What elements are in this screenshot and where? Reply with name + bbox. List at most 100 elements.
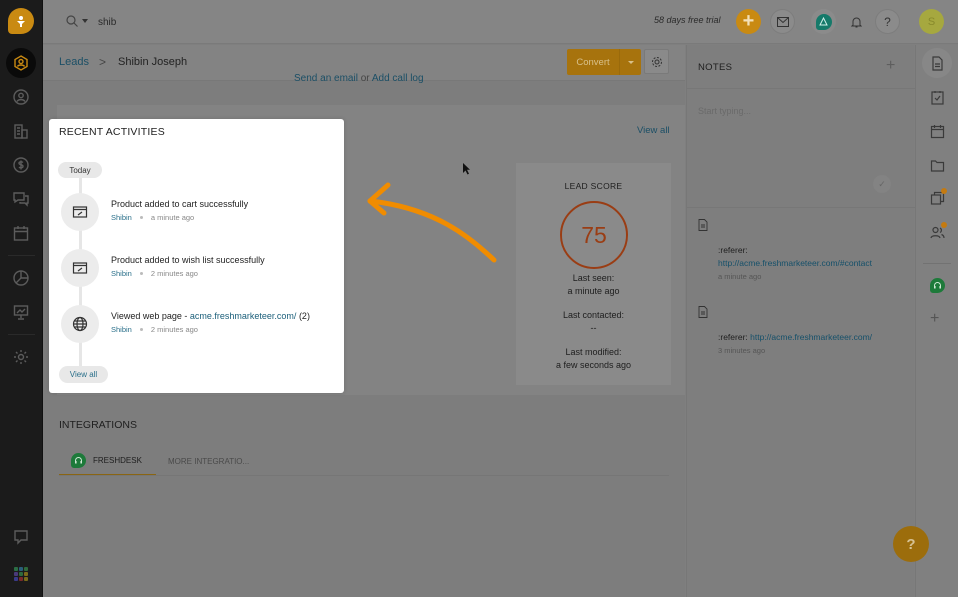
quick-add-button[interactable]: + <box>736 9 761 34</box>
nav-leads-icon[interactable] <box>6 48 36 78</box>
separator-dot <box>139 216 143 219</box>
lead-score-value: 75 <box>560 201 628 269</box>
freshsales-logo[interactable] <box>8 8 34 34</box>
add-call-log-link[interactable]: Add call log <box>372 73 424 84</box>
nav-settings-icon[interactable] <box>11 347 31 367</box>
activity-text: Viewed web page - acme.freshmarketeer.co… <box>111 311 310 321</box>
note-link[interactable]: http://acme.freshmarketeer.com/ <box>750 332 872 342</box>
rail-freshdesk-icon[interactable] <box>930 278 945 293</box>
convert-button-group: Convert <box>567 49 641 75</box>
tab-freshdesk[interactable]: FRESHDESK <box>59 447 156 476</box>
breadcrumb-leads-link[interactable]: Leads <box>59 56 89 68</box>
nav-chat-icon[interactable] <box>11 527 31 547</box>
lead-settings-button[interactable] <box>644 49 669 74</box>
save-note-check-icon[interactable]: ✓ <box>873 175 891 193</box>
date-group-label: Today <box>58 162 102 178</box>
freshdesk-icon <box>71 453 86 468</box>
search-scope-dropdown-icon[interactable] <box>82 19 88 23</box>
avatar-initial: S <box>927 15 936 28</box>
trial-status: 58 days free trial <box>654 15 721 25</box>
activity-text: Product added to cart successfully <box>111 199 248 209</box>
separator-dot <box>139 272 143 275</box>
recent-activities-title: RECENT ACTIVITIES <box>59 126 165 138</box>
note-text: :referer: http://acme.freshmarketeer.com… <box>718 332 872 342</box>
nav-conversations-icon[interactable] <box>11 189 31 209</box>
help-fab-button[interactable]: ? <box>893 526 929 562</box>
recent-activities-panel: RECENT ACTIVITIES Today Product added to… <box>49 119 344 393</box>
rail-copy-button[interactable] <box>927 188 947 208</box>
or-text: or <box>360 73 370 84</box>
app-switcher-icon[interactable] <box>14 567 28 581</box>
nav-calendar-icon[interactable] <box>11 223 31 243</box>
activity-meta: Shibin a minute ago <box>111 213 194 222</box>
globe-icon <box>61 305 99 343</box>
rail-tasks-button[interactable] <box>927 87 947 107</box>
last-contacted-label: Last contacted: <box>562 310 625 320</box>
user-avatar[interactable]: S <box>919 9 944 34</box>
global-search-input[interactable] <box>98 13 398 31</box>
activities-view-all-button[interactable]: View all <box>59 366 108 383</box>
activity-meta: Shibin 2 minutes ago <box>111 269 198 278</box>
tabs-divider <box>59 475 669 476</box>
note-time: a minute ago <box>718 272 762 281</box>
last-seen-label: Last seen: <box>572 273 615 283</box>
email-button[interactable] <box>770 9 795 34</box>
nav-deals-icon[interactable] <box>11 155 31 175</box>
activity-description: Product added to wish list successfully <box>111 255 265 265</box>
document-icon <box>698 219 708 231</box>
rail-files-button[interactable] <box>927 155 947 175</box>
activity-text: Product added to wish list successfully <box>111 255 265 265</box>
note-input[interactable] <box>698 103 898 119</box>
note-time: 3 minutes ago <box>718 346 766 355</box>
activity-user-link[interactable]: Shibin <box>111 213 132 222</box>
search-icon[interactable] <box>65 14 79 28</box>
note-label: :referer: <box>718 332 751 342</box>
tab-freshdesk-label: FRESHDESK <box>93 456 142 465</box>
question-icon: ? <box>906 535 916 553</box>
mail-icon <box>776 16 789 27</box>
notification-badge <box>941 188 947 194</box>
activity-item: Product added to cart successfully Shibi… <box>61 193 341 233</box>
help-button[interactable]: ? <box>875 9 900 34</box>
plus-icon: + <box>742 10 755 32</box>
nav-accounts-icon[interactable] <box>11 121 31 141</box>
nav-reports-icon[interactable] <box>11 268 31 288</box>
nav-contacts-icon[interactable] <box>11 87 31 107</box>
left-sidebar <box>0 0 43 597</box>
notes-separator <box>687 207 915 208</box>
activity-item: Viewed web page - acme.freshmarketeer.co… <box>61 305 341 345</box>
send-email-link[interactable]: Send an email <box>294 73 358 84</box>
rail-divider <box>923 263 951 264</box>
rail-appointments-button[interactable] <box>927 121 947 141</box>
activity-user-link[interactable]: Shibin <box>111 269 132 278</box>
bell-icon <box>851 17 862 27</box>
mouse-cursor-icon <box>463 163 470 175</box>
integrations-title: INTEGRATIONS <box>59 419 137 431</box>
convert-dropdown-button[interactable] <box>620 60 641 64</box>
last-seen-value: a minute ago <box>567 286 620 296</box>
add-note-plus-icon[interactable]: + <box>886 57 895 75</box>
activity-item: Product added to wish list successfully … <box>61 249 341 289</box>
convert-button[interactable]: Convert <box>567 57 619 68</box>
nav-analytics-icon[interactable] <box>11 302 31 322</box>
notifications-button[interactable] <box>844 9 869 34</box>
lead-score-panel: LEAD SCORE 75 Last seen: a minute ago La… <box>516 163 671 385</box>
activity-user-link[interactable]: Shibin <box>111 325 132 334</box>
note-link[interactable]: http://acme.freshmarketeer.com/#contact <box>718 258 872 268</box>
rail-add-plus-icon[interactable]: + <box>930 310 939 328</box>
rail-notes-button[interactable] <box>922 48 952 78</box>
nav-divider <box>8 255 35 256</box>
freshsales-app-button[interactable] <box>811 9 836 34</box>
browser-window-icon <box>61 249 99 287</box>
activity-page-link[interactable]: acme.freshmarketeer.com/ <box>190 311 297 321</box>
folder-icon <box>930 159 944 172</box>
last-contacted-value: -- <box>590 323 597 333</box>
right-rail: + <box>915 45 958 597</box>
page-title: Shibin Joseph <box>118 56 188 68</box>
card-view-all-link[interactable]: View all <box>637 125 670 136</box>
rail-contacts-button[interactable] <box>927 222 947 242</box>
activity-time: a minute ago <box>150 213 195 222</box>
tab-more-integrations[interactable]: MORE INTEGRATIO... <box>168 447 249 476</box>
breadcrumb-chevron-icon: > <box>99 55 107 69</box>
question-icon: ? <box>884 14 891 29</box>
